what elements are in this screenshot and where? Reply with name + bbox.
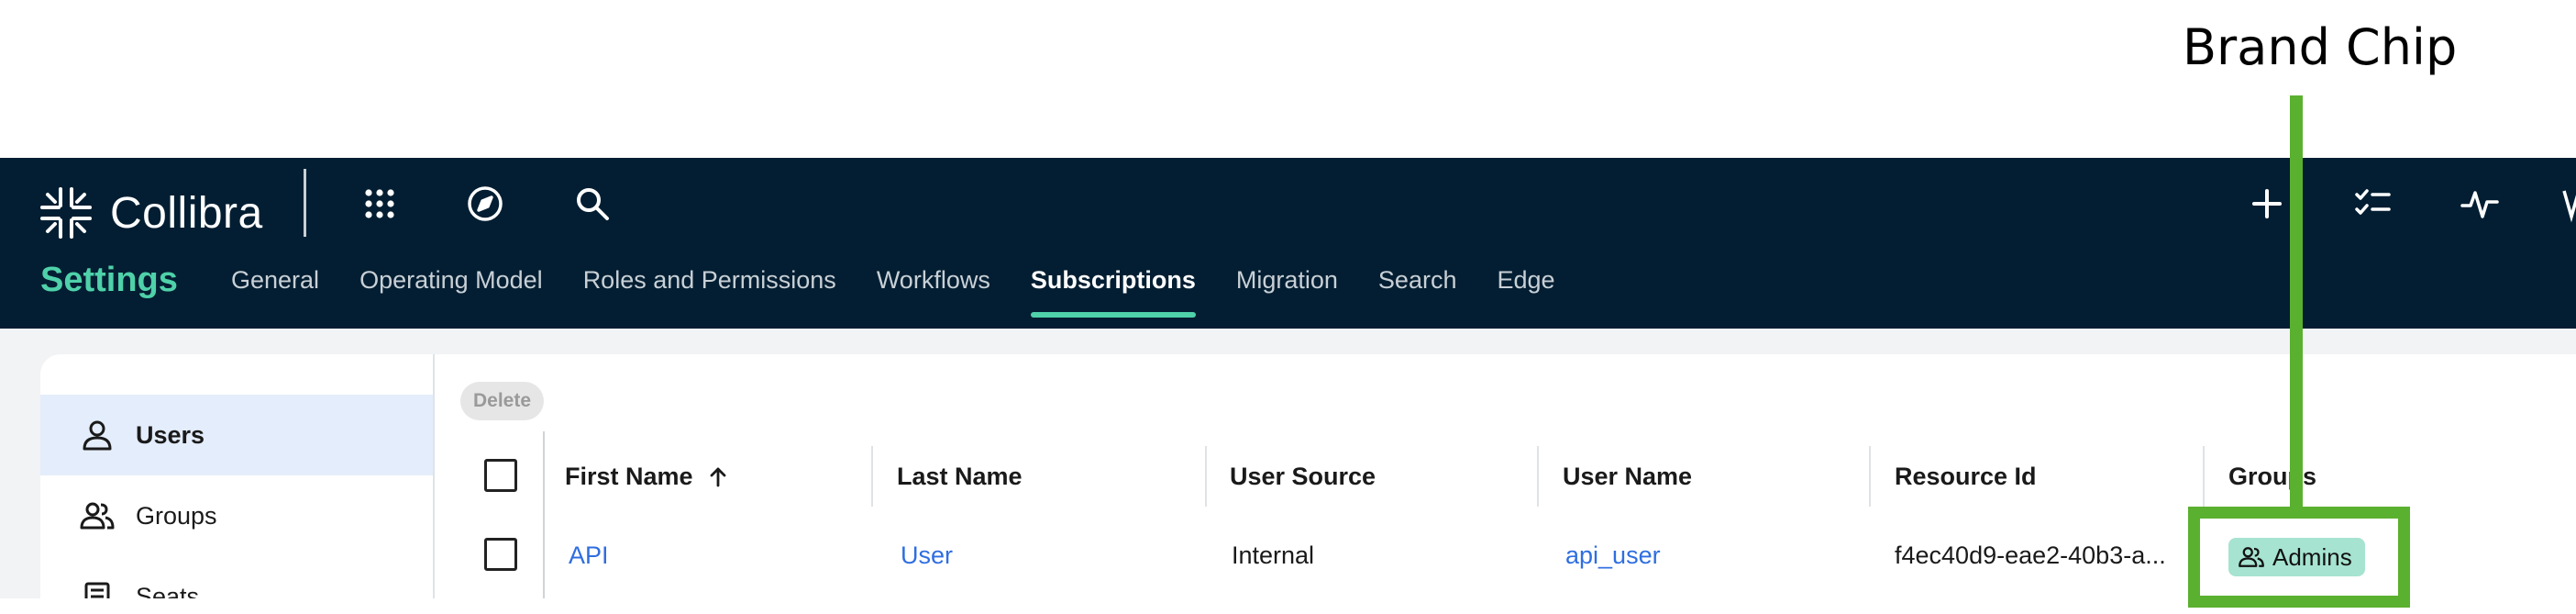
tab-roles-and-permissions[interactable]: Roles and Permissions	[563, 261, 857, 316]
sidebar-item-groups[interactable]: Groups	[40, 475, 433, 556]
tasks-checklist-icon[interactable]	[2350, 182, 2394, 226]
settings-title: Settings	[40, 261, 178, 299]
column-divider[interactable]	[1537, 446, 1539, 507]
sidebar-divider	[433, 354, 435, 598]
cell-last-name-link[interactable]: User	[901, 541, 953, 570]
annotation-connector-line	[2290, 95, 2303, 514]
sidebar-item-label: Groups	[136, 501, 217, 530]
row-checkbox[interactable]	[484, 538, 517, 571]
search-icon[interactable]	[570, 182, 614, 226]
column-divider[interactable]	[871, 446, 873, 507]
sidebar-item-label: Seats	[136, 582, 200, 599]
cell-resource-id: f4ec40d9-eae2-40b3-a...	[1895, 541, 2166, 569]
column-divider[interactable]	[1205, 446, 1207, 507]
column-divider[interactable]	[1869, 446, 1871, 507]
plus-icon[interactable]	[2245, 182, 2289, 226]
annotation-highlight-box	[2188, 507, 2410, 608]
column-header-user-source[interactable]: User Source	[1230, 463, 1376, 491]
column-header-resource-id[interactable]: Resource Id	[1895, 463, 2037, 491]
brand-logo-link[interactable]: Collibra	[39, 174, 263, 251]
column-header-groups[interactable]: Groups	[2228, 463, 2316, 491]
cell-first-name-link[interactable]: API	[569, 541, 609, 570]
tab-search[interactable]: Search	[1358, 261, 1477, 316]
tab-edge[interactable]: Edge	[1476, 261, 1575, 316]
sidebar-item-users[interactable]: Users	[40, 395, 433, 475]
header-divider	[304, 169, 306, 237]
sidebar: Users Groups Seats	[40, 354, 433, 598]
user-icon	[83, 420, 112, 451]
activity-pulse-icon[interactable]	[2458, 182, 2502, 226]
select-all-checkbox[interactable]	[484, 459, 517, 492]
column-header-first-name[interactable]: First Name	[565, 463, 730, 491]
delete-button[interactable]: Delete	[460, 382, 545, 420]
sidebar-item-seats[interactable]: Seats	[40, 556, 433, 598]
tab-operating-model[interactable]: Operating Model	[339, 261, 563, 316]
table-checkbox-column-divider	[543, 431, 545, 598]
compass-icon[interactable]	[463, 182, 507, 226]
tab-subscriptions[interactable]: Subscriptions	[1011, 261, 1216, 318]
apps-grid-icon[interactable]	[358, 182, 402, 226]
seats-icon	[84, 582, 110, 598]
sidebar-item-label: Users	[136, 420, 205, 449]
tab-workflows[interactable]: Workflows	[857, 261, 1011, 316]
user-menu-icon[interactable]	[2559, 182, 2576, 226]
column-header-last-name[interactable]: Last Name	[897, 463, 1023, 491]
sort-ascending-icon[interactable]	[706, 465, 730, 489]
tab-general[interactable]: General	[211, 261, 339, 316]
settings-tab-bar: General Operating Model Roles and Permis…	[211, 261, 1575, 325]
brand-name: Collibra	[110, 188, 263, 238]
users-group-icon	[80, 502, 115, 530]
cell-user-source: Internal	[1232, 541, 1315, 569]
column-divider[interactable]	[2203, 446, 2205, 507]
top-header: Collibra Settings General Operating Mode…	[0, 158, 2576, 329]
cell-user-name-link[interactable]: api_user	[1565, 541, 1661, 570]
tab-migration[interactable]: Migration	[1216, 261, 1358, 316]
column-header-user-name[interactable]: User Name	[1563, 463, 1692, 491]
collibra-logo-icon	[40, 187, 92, 239]
annotation-label: Brand Chip	[2183, 18, 2458, 76]
